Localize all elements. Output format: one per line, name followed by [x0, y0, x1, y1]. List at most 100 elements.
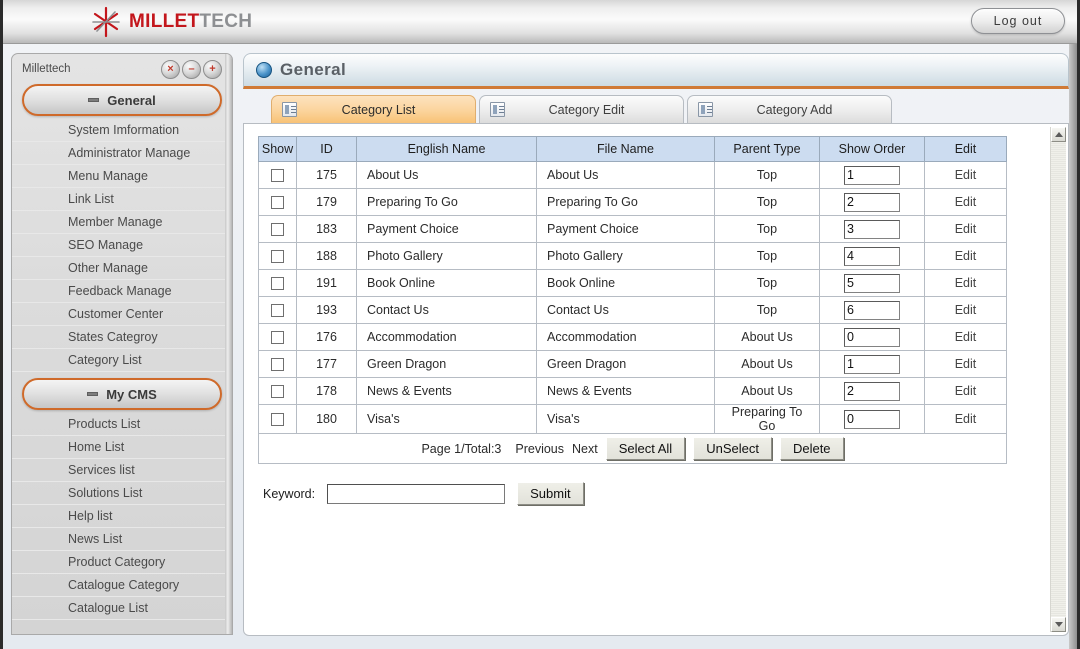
- row-checkbox[interactable]: [271, 223, 284, 237]
- edit-link[interactable]: Edit: [955, 384, 977, 398]
- sidebar-item-link-list[interactable]: Link List: [12, 188, 232, 211]
- table-footer-row: Page 1/Total:3 Previous Next Select All …: [258, 433, 1007, 464]
- next-page-link[interactable]: Next: [572, 442, 598, 456]
- edit-link[interactable]: Edit: [955, 249, 977, 263]
- keyword-label: Keyword:: [263, 486, 316, 501]
- table-body: 175 About Us About Us Top Edit 179 Prepa…: [258, 161, 1007, 464]
- edit-link[interactable]: Edit: [955, 276, 977, 290]
- row-english-name: News & Events: [356, 377, 537, 405]
- tab-category-list[interactable]: Category List: [271, 95, 476, 123]
- row-checkbox[interactable]: [271, 385, 284, 399]
- delete-button[interactable]: Delete: [779, 437, 844, 460]
- sidebar-item-products-list[interactable]: Products List: [12, 413, 232, 436]
- sidebar-group-general[interactable]: General: [22, 84, 222, 116]
- sidebar-item-seo-manage[interactable]: SEO Manage: [12, 234, 232, 257]
- row-checkbox[interactable]: [271, 250, 284, 264]
- table-row: 179 Preparing To Go Preparing To Go Top …: [258, 188, 1007, 216]
- row-parent-type: Top: [714, 188, 820, 216]
- sidebar-item-member-manage[interactable]: Member Manage: [12, 211, 232, 234]
- sidebar-item-states-categroy[interactable]: States Categroy: [12, 326, 232, 349]
- chevron-up-icon: [1054, 132, 1063, 137]
- tab-category-list-label: Category List: [341, 102, 416, 117]
- sidebar-item-menu-manage[interactable]: Menu Manage: [12, 165, 232, 188]
- sidebar-item-administrator-manage[interactable]: Administrator Manage: [12, 142, 232, 165]
- sidebar-title: Millettech: [22, 63, 71, 75]
- sidebar-item-solutions-list[interactable]: Solutions List: [12, 482, 232, 505]
- main-panel: General Category List Category Edit Cate…: [243, 53, 1069, 636]
- category-table: Show ID English Name File Name Parent Ty…: [258, 136, 1007, 464]
- select-all-button[interactable]: Select All: [605, 437, 686, 460]
- globe-icon: [256, 62, 272, 78]
- close-icon[interactable]: ×: [161, 60, 180, 79]
- chevron-down-icon: [1054, 622, 1063, 627]
- edit-link[interactable]: Edit: [955, 195, 977, 209]
- logout-button[interactable]: Log out: [971, 8, 1065, 34]
- column-header-parent-type: Parent Type: [714, 136, 820, 162]
- sidebar-item-home-list[interactable]: Home List: [12, 436, 232, 459]
- submit-button[interactable]: Submit: [517, 482, 584, 505]
- sidebar-item-other-manage[interactable]: Other Manage: [12, 257, 232, 280]
- row-checkbox[interactable]: [271, 331, 284, 345]
- column-header-edit: Edit: [924, 136, 1007, 162]
- scroll-up-button[interactable]: [1051, 127, 1066, 142]
- sidebar-item-services-list[interactable]: Services list: [12, 459, 232, 482]
- row-show-order-cell: [819, 404, 925, 434]
- show-order-input[interactable]: [844, 409, 900, 429]
- minimize-icon[interactable]: –: [182, 60, 201, 79]
- show-order-input[interactable]: [844, 300, 900, 320]
- edit-link[interactable]: Edit: [955, 168, 977, 182]
- row-english-name: Photo Gallery: [356, 242, 537, 270]
- sidebar-item-feedback-manage[interactable]: Feedback Manage: [12, 280, 232, 303]
- row-english-name: Payment Choice: [356, 215, 537, 243]
- edit-link[interactable]: Edit: [955, 330, 977, 344]
- show-order-input[interactable]: [844, 219, 900, 239]
- sidebar-item-category-list[interactable]: Category List: [12, 349, 232, 372]
- sidebar-item-system-imformation[interactable]: System Imformation: [12, 119, 232, 142]
- edit-link[interactable]: Edit: [955, 412, 977, 426]
- sidebar-item-catalogue-list[interactable]: Catalogue List: [12, 597, 232, 620]
- show-order-input[interactable]: [844, 192, 900, 212]
- row-parent-type: Top: [714, 215, 820, 243]
- row-checkbox[interactable]: [271, 196, 284, 210]
- show-order-input[interactable]: [844, 165, 900, 185]
- sidebar-item-product-category[interactable]: Product Category: [12, 551, 232, 574]
- edit-link[interactable]: Edit: [955, 357, 977, 371]
- show-order-input[interactable]: [844, 246, 900, 266]
- edit-link[interactable]: Edit: [955, 222, 977, 236]
- table-row: 177 Green Dragon Green Dragon About Us E…: [258, 350, 1007, 378]
- row-checkbox[interactable]: [271, 277, 284, 291]
- row-checkbox[interactable]: [271, 358, 284, 372]
- tab-category-add[interactable]: Category Add: [687, 95, 892, 123]
- row-checkbox[interactable]: [271, 304, 284, 318]
- row-edit-cell: Edit: [924, 161, 1007, 189]
- column-header-show-order: Show Order: [819, 136, 925, 162]
- row-checkbox[interactable]: [271, 169, 284, 183]
- scrollbar-track[interactable]: [1051, 142, 1066, 617]
- previous-page-link[interactable]: Previous: [515, 442, 564, 456]
- sidebar-item-customer-center[interactable]: Customer Center: [12, 303, 232, 326]
- keyword-input[interactable]: [327, 483, 506, 504]
- table-row: 193 Contact Us Contact Us Top Edit: [258, 296, 1007, 324]
- sidebar-group-my-cms[interactable]: My CMS: [22, 378, 222, 410]
- column-header-show: Show: [258, 136, 297, 162]
- sidebar-item-help-list[interactable]: Help list: [12, 505, 232, 528]
- sidebar-scrollbar[interactable]: [225, 54, 232, 634]
- scroll-down-button[interactable]: [1051, 617, 1066, 632]
- show-order-input[interactable]: [844, 327, 900, 347]
- expand-icon[interactable]: +: [203, 60, 222, 79]
- edit-link[interactable]: Edit: [955, 303, 977, 317]
- tab-category-edit[interactable]: Category Edit: [479, 95, 684, 123]
- table-row: 183 Payment Choice Payment Choice Top Ed…: [258, 215, 1007, 243]
- sidebar-item-catalogue-category[interactable]: Catalogue Category: [12, 574, 232, 597]
- show-order-input[interactable]: [844, 273, 900, 293]
- row-english-name: About Us: [356, 161, 537, 189]
- show-order-input[interactable]: [844, 381, 900, 401]
- show-order-input[interactable]: [844, 354, 900, 374]
- row-parent-type: About Us: [714, 350, 820, 378]
- sidebar-list-my-cms: Products List Home List Services list So…: [12, 413, 232, 620]
- content-scrollbar[interactable]: [1050, 127, 1066, 632]
- sidebar-item-news-list[interactable]: News List: [12, 528, 232, 551]
- unselect-button[interactable]: UnSelect: [693, 437, 772, 460]
- row-id: 178: [296, 377, 357, 405]
- row-checkbox[interactable]: [271, 413, 284, 427]
